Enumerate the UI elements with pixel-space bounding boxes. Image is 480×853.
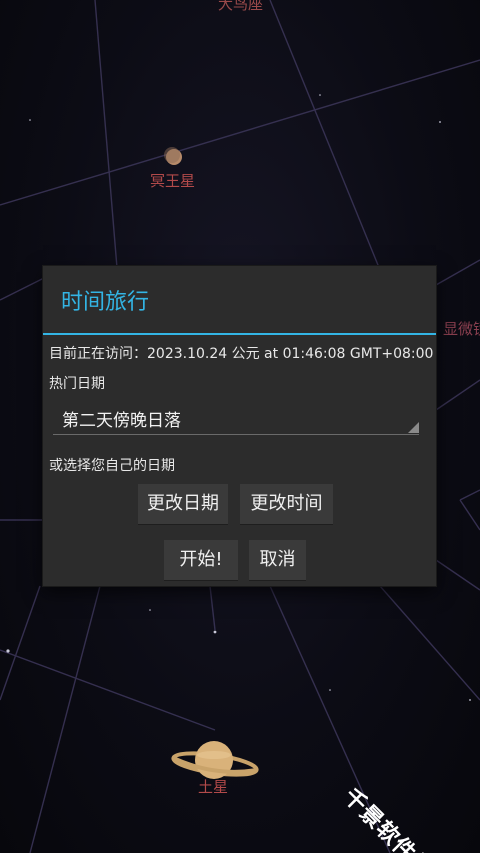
dropdown-arrow-icon xyxy=(408,422,419,433)
dialog-title: 时间旅行 xyxy=(61,290,150,315)
pluto-icon[interactable] xyxy=(164,147,182,165)
saturn-icon[interactable] xyxy=(171,741,259,779)
pluto-label: 冥王星 xyxy=(150,172,196,190)
change-time-button[interactable]: 更改时间 xyxy=(240,484,333,524)
constellation-label-top: 大鸟座 xyxy=(218,0,264,13)
time-travel-dialog: 时间旅行 目前正在访问：2023.10.24 公元 at 01:46:08 GM… xyxy=(43,266,436,586)
saturn-label: 土星 xyxy=(198,778,229,796)
cancel-button[interactable]: 取消 xyxy=(249,540,306,580)
start-button[interactable]: 开始! xyxy=(164,540,238,580)
hot-dates-spinner[interactable]: 第二天傍晚日落 xyxy=(53,397,419,435)
hot-dates-selected: 第二天傍晚日落 xyxy=(62,411,181,431)
title-divider xyxy=(43,333,436,335)
change-date-button[interactable]: 更改日期 xyxy=(138,484,228,524)
choose-own-date-label: 或选择您自己的日期 xyxy=(49,458,175,474)
sky-map-screen[interactable]: 大鸟座 冥王星 显微镜 土星 时间旅行 目前正在访问：2023.10.24 公元… xyxy=(0,0,480,853)
current-visit-text: 目前正在访问：2023.10.24 公元 at 01:46:08 GMT+08:… xyxy=(49,346,434,362)
hot-dates-label: 热门日期 xyxy=(49,376,105,392)
microscope-label: 显微镜 xyxy=(443,320,480,338)
